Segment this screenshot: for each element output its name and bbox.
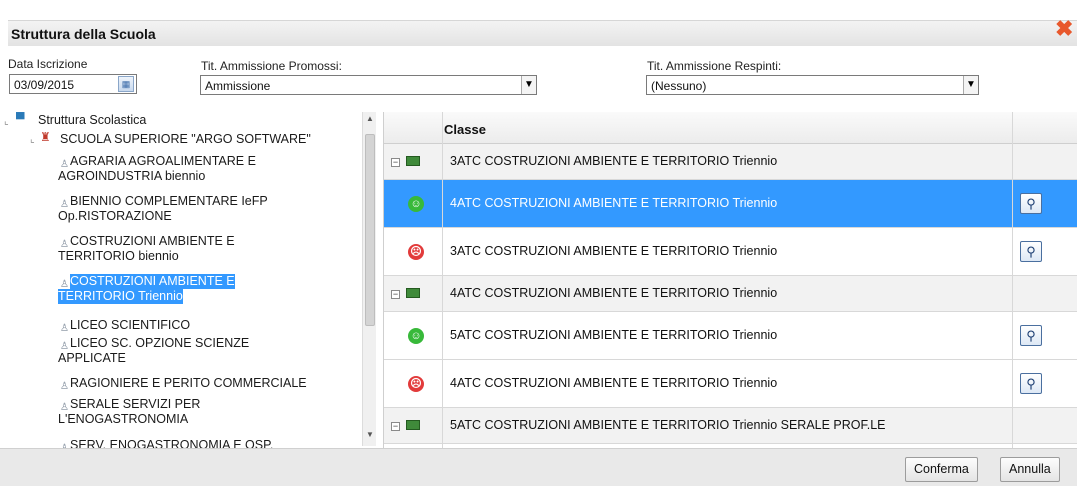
chevron-down-icon[interactable]: ▼ bbox=[521, 76, 536, 94]
tree-item-course[interactable]: SERALE SERVIZI PER L'ENOGASTRONOMIA bbox=[58, 397, 201, 427]
tree-scrollbar[interactable]: ▲ ▼ bbox=[362, 112, 376, 446]
annulla-button[interactable]: Annulla bbox=[1000, 457, 1060, 482]
magnifier-icon[interactable]: ⚲ bbox=[1020, 373, 1042, 394]
smiley-sad-icon: ☹ bbox=[408, 244, 424, 260]
tree-item-course[interactable]: AGRARIA AGROALIMENTARE E AGROINDUSTRIA bi… bbox=[58, 154, 256, 184]
column-divider bbox=[1012, 112, 1013, 448]
tree-item-course[interactable]: COSTRUZIONI AMBIENTE E TERRITORIO Trienni… bbox=[58, 274, 235, 304]
tree-item-label: AGROINDUSTRIA biennio bbox=[58, 169, 206, 183]
scroll-up-icon[interactable]: ▲ bbox=[365, 114, 375, 123]
dialog-title: Struttura della Scuola bbox=[11, 26, 156, 42]
close-icon[interactable]: ✖ bbox=[1055, 18, 1077, 40]
course-icon: ♙ bbox=[60, 381, 69, 392]
class-name-cell: 4ATC COSTRUZIONI AMBIENTE E TERRITORIO T… bbox=[450, 196, 778, 210]
grid-group-row[interactable]: − 3ATC COSTRUZIONI AMBIENTE E TERRITORIO … bbox=[384, 144, 1077, 180]
class-icon bbox=[406, 420, 420, 430]
tree-item-label: COSTRUZIONI AMBIENTE E bbox=[70, 234, 235, 248]
class-name-cell: 3ATC COSTRUZIONI AMBIENTE E TERRITORIO T… bbox=[450, 154, 778, 168]
school-icon: ♜ bbox=[40, 130, 51, 144]
tree-item-course[interactable]: BIENNIO COMPLEMENTARE IeFP Op.RISTORAZION… bbox=[58, 194, 268, 224]
table-row[interactable]: ☺ ⚲ 5ATC COSTRUZIONI AMBIENTE E TERRITORIO… bbox=[384, 312, 1077, 360]
collapse-icon[interactable]: − bbox=[391, 422, 400, 431]
data-iscrizione-value: 03/09/2015 bbox=[14, 78, 75, 92]
grid-group-row[interactable]: − 4ATC COSTRUZIONI AMBIENTE E TERRITORIO … bbox=[384, 276, 1077, 312]
scroll-down-icon[interactable]: ▼ bbox=[365, 430, 375, 439]
magnifier-icon[interactable]: ⚲ bbox=[1020, 193, 1042, 214]
structure-tree: ⌞ ▀ Struttura Scolastica ⌞ ♜ SCUOLA SUPE… bbox=[0, 108, 372, 448]
smiley-happy-icon: ☺ bbox=[408, 196, 424, 212]
magnifier-icon[interactable]: ⚲ bbox=[1020, 325, 1042, 346]
tree-item-label: TERRITORIO biennio bbox=[58, 249, 179, 263]
respinti-label: Tit. Ammissione Respinti: bbox=[647, 59, 782, 73]
promossi-value: Ammissione bbox=[205, 79, 271, 93]
data-iscrizione-label: Data Iscrizione bbox=[8, 57, 88, 71]
tree-item-label: RAGIONIERE E PERITO COMMERCIALE bbox=[70, 376, 307, 390]
tree-item-school[interactable]: SCUOLA SUPERIORE "ARGO SOFTWARE" bbox=[60, 132, 311, 147]
tree-item-label: Struttura Scolastica bbox=[38, 113, 147, 127]
tree-item-label: SERALE SERVIZI PER bbox=[70, 397, 201, 411]
promossi-select[interactable]: Ammissione bbox=[200, 75, 537, 95]
collapse-icon[interactable]: − bbox=[391, 290, 400, 299]
class-icon bbox=[406, 156, 420, 166]
grid-header: Classe bbox=[384, 112, 1077, 144]
tree-item-label: SCUOLA SUPERIORE "ARGO SOFTWARE" bbox=[60, 132, 311, 146]
tree-item-label: LICEO SCIENTIFICO bbox=[70, 318, 191, 332]
tree-item-course[interactable]: COSTRUZIONI AMBIENTE E TERRITORIO biennio bbox=[58, 234, 235, 264]
table-row[interactable]: ☹ ⚲ 3ATC COSTRUZIONI AMBIENTE E TERRITORIO… bbox=[384, 228, 1077, 276]
chevron-down-icon[interactable]: ▼ bbox=[963, 76, 978, 94]
building-icon: ▀ bbox=[16, 112, 25, 126]
tree-item-label: Op.RISTORAZIONE bbox=[58, 209, 172, 223]
grid-group-row[interactable]: − 5ATC COSTRUZIONI AMBIENTE E TERRITORIO … bbox=[384, 408, 1077, 444]
tree-item-label: COSTRUZIONI AMBIENTE E bbox=[70, 274, 235, 289]
column-divider bbox=[442, 112, 443, 448]
tree-item-course[interactable]: LICEO SC. OPZIONE SCIENZE APPLICATE bbox=[58, 336, 250, 366]
respinti-value: (Nessuno) bbox=[651, 79, 707, 93]
class-name-cell: 4ATC COSTRUZIONI AMBIENTE E TERRITORIO T… bbox=[450, 376, 778, 390]
smiley-sad-icon: ☹ bbox=[408, 376, 424, 392]
tree-item-course[interactable]: SERV. ENOGASTRONOMIA E OSP. bbox=[70, 438, 273, 448]
tree-line-icon: ⌞ bbox=[30, 134, 35, 145]
course-icon: ♙ bbox=[60, 323, 69, 334]
tree-item-label: BIENNIO COMPLEMENTARE IeFP bbox=[70, 194, 268, 208]
column-header-classe[interactable]: Classe bbox=[444, 122, 486, 137]
tree-item-label: L'ENOGASTRONOMIA bbox=[58, 412, 189, 426]
tree-item-label: LICEO SC. OPZIONE SCIENZE bbox=[70, 336, 250, 350]
scroll-thumb[interactable] bbox=[365, 134, 375, 326]
tree-item-label: TERRITORIO Triennio bbox=[58, 289, 183, 304]
tree-item-label: AGRARIA AGROALIMENTARE E bbox=[70, 154, 256, 168]
smiley-happy-icon: ☺ bbox=[408, 328, 424, 344]
class-name-cell: 5ATC COSTRUZIONI AMBIENTE E TERRITORIO T… bbox=[450, 328, 778, 342]
dialog-titlebar: Struttura della Scuola bbox=[8, 20, 1077, 46]
promossi-label: Tit. Ammissione Promossi: bbox=[201, 59, 342, 73]
classes-grid: Classe − 3ATC COSTRUZIONI AMBIENTE E TERR… bbox=[383, 112, 1077, 448]
table-row[interactable]: ☹ ⚲ 4ATC COSTRUZIONI AMBIENTE E TERRITORIO… bbox=[384, 360, 1077, 408]
dialog-window: Struttura della Scuola ✖ Data Iscrizione… bbox=[0, 0, 1077, 486]
tree-item-label: SERV. ENOGASTRONOMIA E OSP. bbox=[70, 438, 274, 448]
tree-item-course[interactable]: LICEO SCIENTIFICO bbox=[70, 318, 190, 333]
class-name-cell: 4ATC COSTRUZIONI AMBIENTE E TERRITORIO T… bbox=[450, 286, 778, 300]
tree-line-icon: ⌞ bbox=[4, 116, 9, 127]
dialog-footer: Conferma Annulla bbox=[0, 448, 1077, 486]
tree-item-root[interactable]: Struttura Scolastica bbox=[38, 113, 146, 128]
magnifier-icon[interactable]: ⚲ bbox=[1020, 241, 1042, 262]
calendar-icon[interactable]: ▦ bbox=[118, 76, 134, 92]
class-icon bbox=[406, 288, 420, 298]
class-name-cell: 3ATC COSTRUZIONI AMBIENTE E TERRITORIO T… bbox=[450, 244, 778, 258]
table-row[interactable]: ☺ ⚲ 4ATC COSTRUZIONI AMBIENTE E TERRITORIO… bbox=[384, 180, 1077, 228]
conferma-button[interactable]: Conferma bbox=[905, 457, 978, 482]
respinti-select[interactable]: (Nessuno) bbox=[646, 75, 979, 95]
tree-item-course[interactable]: RAGIONIERE E PERITO COMMERCIALE bbox=[70, 376, 307, 391]
collapse-icon[interactable]: − bbox=[391, 158, 400, 167]
class-name-cell: 5ATC COSTRUZIONI AMBIENTE E TERRITORIO T… bbox=[450, 418, 886, 432]
tree-item-label: APPLICATE bbox=[58, 351, 126, 365]
